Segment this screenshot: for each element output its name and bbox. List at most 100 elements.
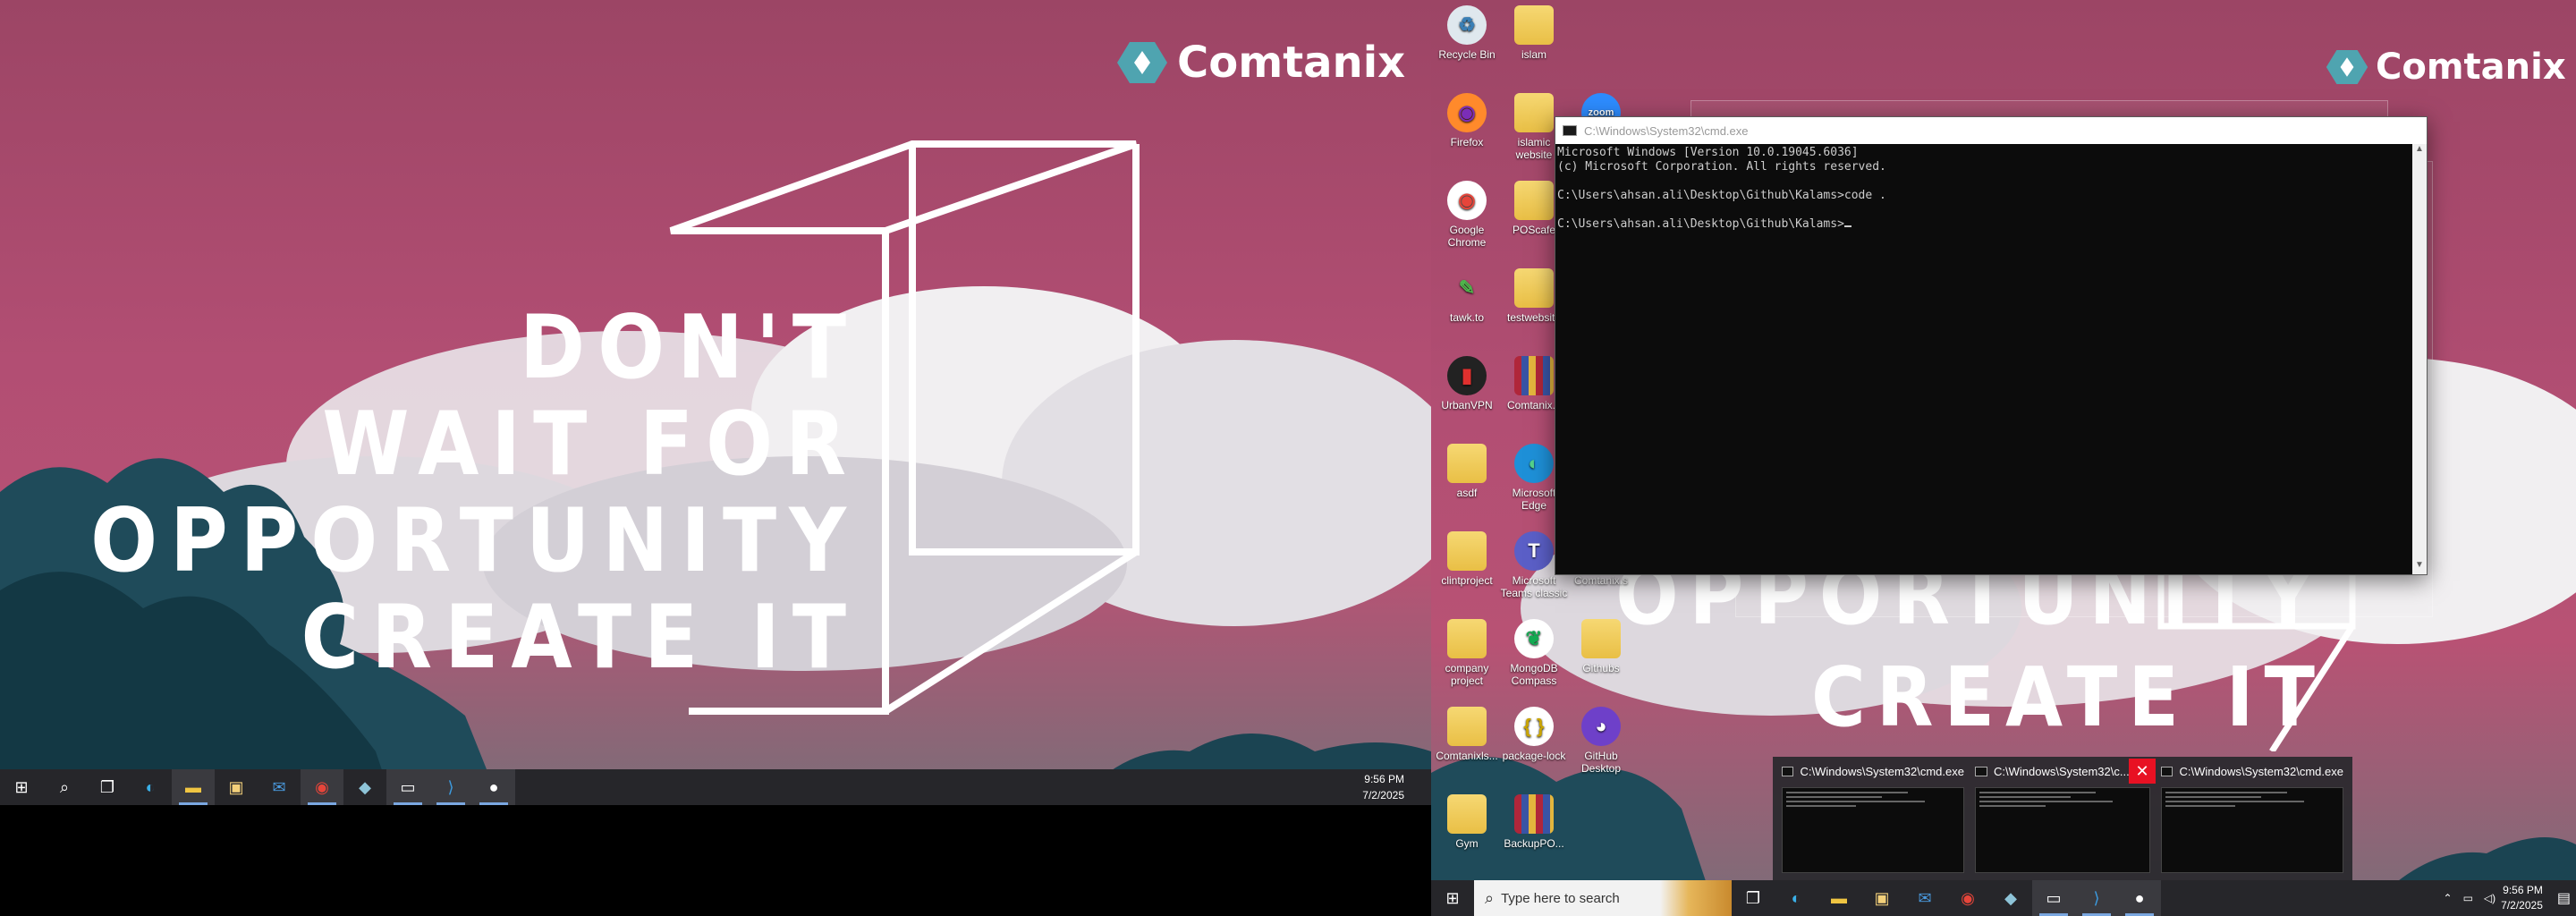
folder-icon [1514, 181, 1554, 220]
app-button[interactable]: ◆ [1989, 880, 2032, 916]
search-highlight-image [1660, 880, 1732, 916]
desktop-icon-label: testwebsite [1506, 311, 1562, 324]
thumbnail-cmd-2[interactable]: C:\Windows\System32\c... ✕ [1970, 757, 2156, 880]
desktop-icon[interactable]: ◕ GitHub Desktop [1565, 707, 1637, 775]
desktop-icon-label: Microsoft Teams classic [1500, 574, 1568, 599]
app2-icon: ● [488, 777, 499, 796]
app2-button[interactable]: ● [472, 769, 515, 805]
chrome-icon: ◉ [1961, 888, 1975, 907]
vscode-icon: ⟩ [2093, 888, 2100, 907]
cmd-line-6: C:\Users\ahsan.ali\Desktop\Github\Kalams… [1557, 217, 2411, 232]
app-icon: ◆ [2004, 888, 2017, 907]
desktop-icon-label: Recycle Bin [1438, 48, 1496, 61]
clock-right[interactable]: 9:56 PM 7/2/2025 [2501, 883, 2543, 913]
vscode-button[interactable]: ⟩ [2075, 880, 2118, 916]
desktop-icon[interactable]: ❦ MongoDB Compass [1498, 619, 1570, 687]
edge-button[interactable]: ◐ [129, 769, 172, 805]
desktop-icon[interactable]: { } package-lock [1498, 707, 1570, 762]
comtanix-logo-icon [2326, 49, 2368, 85]
background-window [1690, 100, 2388, 118]
cmd-button[interactable]: ▭ [2032, 880, 2075, 916]
recycle-icon: ♻ [1447, 5, 1487, 45]
taskbar-left: ⊞ ⌕ ❐ ◐ ▬ ▣ ✉ ◉ ◆ ▭ ⟩ ● 9:56 PM 7/2/2025 [0, 769, 1431, 805]
thumbnail-cmd-3[interactable]: C:\Windows\System32\cmd.exe [2156, 757, 2349, 880]
app-button[interactable]: ◆ [343, 769, 386, 805]
thumbnail-cmd-1[interactable]: C:\Windows\System32\cmd.exe [1776, 757, 1970, 880]
scroll-down-arrow-icon[interactable]: ▼ [2412, 560, 2427, 574]
network-icon[interactable]: ▭ [2463, 892, 2473, 904]
desktop-icon[interactable]: Gym [1431, 794, 1503, 850]
archive-icon [1514, 356, 1554, 395]
start-icon: ⊞ [1445, 888, 1460, 907]
desktop-icon[interactable]: Comtanixls... [1431, 707, 1503, 762]
desktop-icon-label: islam [1521, 48, 1546, 61]
store-button[interactable]: ▣ [215, 769, 258, 805]
chrome-button[interactable]: ◉ [301, 769, 343, 805]
vscode-button[interactable]: ⟩ [429, 769, 472, 805]
cmd-window-icon [1563, 125, 1577, 136]
desktop-icon-label: Comtanixls... [1436, 750, 1498, 762]
desktop-icon[interactable]: Githubs [1565, 619, 1637, 674]
tawk-icon: ✎ [1458, 276, 1476, 299]
store-icon: ▣ [228, 777, 244, 796]
task-view-button[interactable]: ❐ [86, 769, 129, 805]
archive-icon [1514, 794, 1554, 834]
taskbar-right: ⊞ ⌕ Type here to search ❐ ◐ ▬ ▣ ✉ ◉ ◆ ▭ … [1431, 880, 2576, 916]
folder-icon [1447, 707, 1487, 746]
desktop-icon[interactable]: ◉ Firefox [1431, 93, 1503, 148]
text-cursor [1843, 225, 1852, 227]
mail-button[interactable]: ✉ [258, 769, 301, 805]
cmd-titlebar[interactable]: C:\Windows\System32\cmd.exe [1555, 117, 2427, 144]
quote-line-3: OPPORTUNITY [90, 490, 859, 592]
search-button[interactable]: ⌕ [43, 769, 86, 805]
cmd-line-3 [1557, 174, 2411, 189]
notification-icon[interactable]: ▤ [2557, 889, 2571, 907]
quote-right-line-4: CREATE IT [1810, 649, 2326, 745]
task-view-button[interactable]: ❐ [1732, 880, 1775, 916]
start-button[interactable]: ⊞ [0, 769, 43, 805]
thumbnail-title: C:\Windows\System32\cmd.exe [2179, 764, 2343, 778]
desktop-icon[interactable]: company project [1431, 619, 1503, 687]
clock-left[interactable]: 9:56 PM 7/2/2025 [1362, 771, 1431, 803]
chevron-up-icon[interactable]: ⌃ [2444, 892, 2453, 904]
desktop-icon[interactable]: ◉ Google Chrome [1431, 181, 1503, 249]
folder-icon [1581, 619, 1621, 658]
app2-button[interactable]: ● [2118, 880, 2161, 916]
mail-button[interactable]: ✉ [1903, 880, 1946, 916]
desktop-icon[interactable]: ▮ UrbanVPN [1431, 356, 1503, 411]
brand-logo: Comtanix [1116, 38, 1405, 88]
desktop-icon-label: POScafe [1512, 224, 1556, 236]
quote-line-2: WAIT FOR [322, 394, 859, 496]
desktop-icon[interactable]: BackupPO... [1498, 794, 1570, 850]
clock-time: 9:56 PM [2503, 884, 2543, 896]
store-button[interactable]: ▣ [1860, 880, 1903, 916]
start-icon: ⊞ [14, 777, 29, 796]
desktop-icon[interactable]: islam [1498, 5, 1570, 61]
desktop-icon-label: Firefox [1450, 136, 1484, 148]
file-explorer-button[interactable]: ▬ [172, 769, 215, 805]
taskbar-thumbnail-previews: C:\Windows\System32\cmd.exe C:\Windows\S… [1773, 757, 2352, 880]
json-icon: { } [1514, 707, 1554, 746]
scroll-up-arrow-icon[interactable]: ▲ [2412, 144, 2427, 158]
motivational-quote: DON'T WAIT FOR OPPORTUNITY CREATE IT [90, 304, 859, 682]
desktop-icon[interactable]: asdf [1431, 444, 1503, 499]
taskbar-search-box[interactable]: ⌕ Type here to search [1474, 880, 1732, 916]
search-icon: ⌕ [1485, 888, 1495, 907]
desktop-icon[interactable]: clintproject [1431, 531, 1503, 587]
cmd-scrollbar[interactable]: ▲ ▼ [2412, 144, 2427, 574]
desktop-icon-label: asdf [1456, 487, 1478, 499]
file-explorer-icon: ▬ [185, 777, 201, 796]
chrome-button[interactable]: ◉ [1946, 880, 1989, 916]
cmd-window[interactable]: C:\Windows\System32\cmd.exe Microsoft Wi… [1555, 116, 2428, 575]
thumbnail-preview [1975, 787, 2150, 873]
edge-button[interactable]: ◐ [1775, 880, 1818, 916]
desktop-icon-label: BackupPO... [1504, 837, 1564, 850]
desktop-icon[interactable]: ✎ tawk.to [1431, 268, 1503, 325]
volume-icon[interactable]: ◁) [2484, 892, 2496, 904]
desktop-icon[interactable]: ♻ Recycle Bin [1431, 5, 1503, 61]
start-button[interactable]: ⊞ [1431, 880, 1474, 916]
cmd-button[interactable]: ▭ [386, 769, 429, 805]
cmd-console-output[interactable]: Microsoft Windows [Version 10.0.19045.60… [1555, 144, 2412, 574]
file-explorer-button[interactable]: ▬ [1818, 880, 1860, 916]
close-thumbnail-button[interactable]: ✕ [2129, 759, 2156, 784]
